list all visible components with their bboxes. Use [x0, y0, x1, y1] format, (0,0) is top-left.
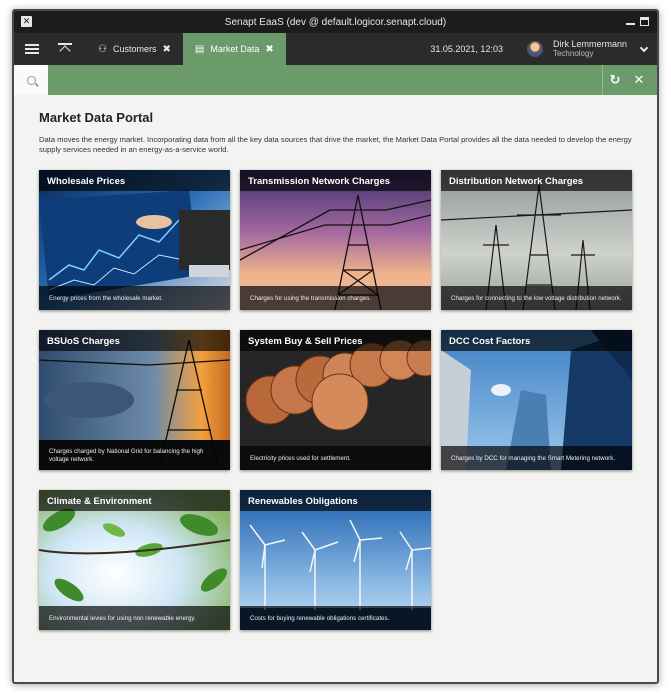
- refresh-icon: ↻: [609, 72, 621, 87]
- app-window: ✕ Senapt EaaS (dev @ default.logicor.sen…: [12, 9, 659, 684]
- title-bar: ✕ Senapt EaaS (dev @ default.logicor.sen…: [14, 11, 657, 33]
- refresh-button[interactable]: ↻: [603, 65, 627, 95]
- tab-label: Market Data: [210, 44, 260, 54]
- hamburger-icon: [25, 44, 39, 54]
- card-title: BSUoS Charges: [39, 330, 230, 351]
- window-close-icon[interactable]: ✕: [21, 16, 32, 27]
- card-description: Charges by DCC for managing the Smart Me…: [441, 446, 632, 470]
- card-grid: Wholesale Prices Energy prices from the …: [39, 170, 657, 630]
- user-name: Dirk Lemmermann: [552, 39, 627, 49]
- card-title: Renewables Obligations: [240, 490, 431, 511]
- home-icon: [58, 43, 72, 55]
- card-description: Charges charged by National Grid for bal…: [39, 440, 230, 470]
- card-description: Charges for using the transmission charg…: [240, 286, 431, 310]
- card-title: DCC Cost Factors: [441, 330, 632, 351]
- clear-button[interactable]: ✕: [627, 65, 651, 95]
- close-icon: ✕: [633, 72, 645, 87]
- document-icon: ▤: [194, 43, 205, 55]
- card-bsuos-charges[interactable]: BSUoS Charges Charges charged by Nationa…: [39, 330, 230, 470]
- search-icon-box: [14, 65, 48, 95]
- user-role: Technology: [552, 49, 594, 58]
- card-wholesale-prices[interactable]: Wholesale Prices Energy prices from the …: [39, 170, 230, 310]
- tab-market-data[interactable]: ▤ Market Data ✖: [182, 33, 286, 65]
- tab-close-icon[interactable]: ✖: [265, 44, 273, 55]
- chevron-down-icon[interactable]: [639, 43, 649, 52]
- card-title: System Buy & Sell Prices: [240, 330, 431, 351]
- card-description: Energy prices from the wholesale market.: [39, 286, 230, 310]
- card-title: Wholesale Prices: [39, 170, 230, 191]
- datetime: 31.05.2021, 12:03: [430, 44, 503, 54]
- search-icon: [26, 75, 36, 85]
- page-title: Market Data Portal: [39, 110, 154, 125]
- card-description: Electricity prices used for settlement.: [240, 446, 431, 470]
- card-description: Costs for buying renewable obligations c…: [240, 606, 431, 630]
- card-title: Transmission Network Charges: [240, 170, 431, 191]
- tab-close-icon[interactable]: ✖: [162, 44, 170, 55]
- search-bar: ↻ ✕: [14, 65, 657, 95]
- window-minimize-icon[interactable]: [626, 23, 635, 25]
- card-description: Environmental levies for using non renew…: [39, 606, 230, 630]
- home-button[interactable]: [50, 33, 80, 65]
- card-title: Distribution Network Charges: [441, 170, 632, 191]
- main-content: Market Data Portal Data moves the energy…: [14, 95, 657, 630]
- tab-customers[interactable]: ⚇ Customers ✖: [86, 33, 183, 65]
- user-info[interactable]: Dirk Lemmermann Technology: [553, 39, 627, 59]
- card-transmission-network-charges[interactable]: Transmission Network Charges Charges for…: [240, 170, 431, 310]
- window-maximize-icon[interactable]: [640, 17, 649, 26]
- page-intro: Data moves the energy market. Incorporat…: [39, 135, 632, 154]
- menu-button[interactable]: [14, 33, 50, 65]
- card-description: Charges for connecting to the low voltag…: [441, 286, 632, 310]
- card-renewables-obligations[interactable]: Renewables Obligations Costs for buying …: [240, 490, 431, 630]
- window-title: Senapt EaaS (dev @ default.logicor.senap…: [224, 16, 447, 28]
- tab-label: Customers: [112, 44, 157, 54]
- users-icon: ⚇: [98, 43, 107, 55]
- card-dcc-cost-factors[interactable]: DCC Cost Factors Charges by DCC for mana…: [441, 330, 632, 470]
- search-input[interactable]: [48, 65, 602, 95]
- card-system-buy-sell-prices[interactable]: System Buy & Sell Prices Electricity pri…: [240, 330, 431, 470]
- card-climate-environment[interactable]: Climate & Environment Environmental levi…: [39, 490, 230, 630]
- navigation-bar: ⚇ Customers ✖ ▤ Market Data ✖ 31.05.2021…: [14, 33, 657, 65]
- card-distribution-network-charges[interactable]: Distribution Network Charges Charges for…: [441, 170, 632, 310]
- card-title: Climate & Environment: [39, 490, 230, 511]
- avatar[interactable]: [526, 41, 543, 57]
